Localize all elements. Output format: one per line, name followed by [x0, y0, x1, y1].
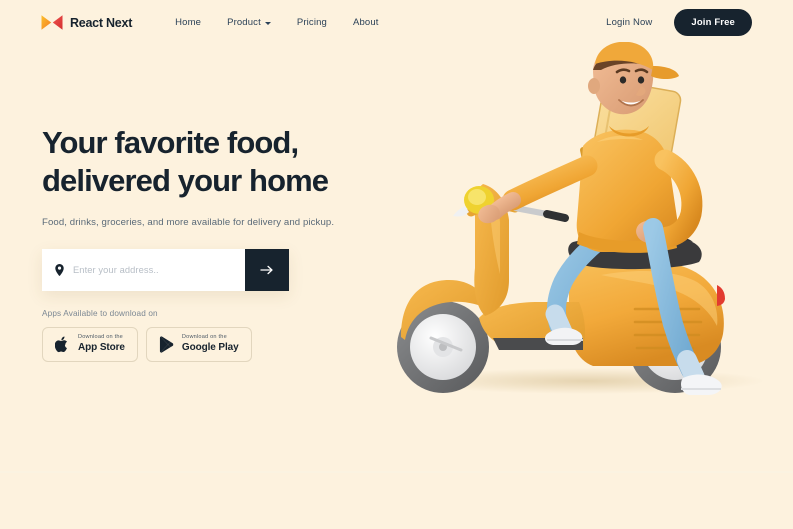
login-link[interactable]: Login Now [606, 17, 652, 28]
join-free-button[interactable]: Join Free [674, 9, 752, 36]
bowtie-logo-icon [41, 15, 63, 30]
brand-name: React Next [70, 15, 133, 30]
nav-link-home-label: Home [175, 17, 202, 28]
nav-link-pricing-label: Pricing [296, 17, 327, 28]
app-store-badge-text: Download on the App Store [78, 334, 125, 354]
headline-line-1: Your favorite food, [42, 125, 299, 160]
app-store-badges: Download on the App Store Download on th… [42, 326, 402, 362]
headline-line-2: delivered your home [42, 162, 329, 198]
nav-link-about-label: About [352, 17, 379, 28]
nav-actions: Login Now Join Free [606, 9, 752, 36]
search-submit-button[interactable] [245, 248, 289, 291]
landing-page: React Next Home Product Pricing About Lo… [0, 0, 793, 529]
hero-illustration [387, 42, 787, 432]
nav-link-home[interactable]: Home [175, 17, 201, 28]
hero-subhead: Food, drinks, groceries, and more availa… [42, 216, 335, 228]
google-play-badge[interactable]: Download on the Google Play [145, 326, 252, 362]
brand-logo[interactable]: React Next [41, 14, 132, 31]
google-play-badge-text: Download on the Google Play [181, 334, 239, 354]
nav-link-about[interactable]: About [353, 17, 379, 28]
top-navigation-bar: React Next Home Product Pricing About Lo… [0, 0, 793, 45]
apps-available-label: Apps Available to download on [42, 308, 158, 318]
hero-copy: Your favorite food, delivered your home … [42, 124, 402, 362]
nav-link-pricing[interactable]: Pricing [297, 17, 327, 28]
address-search-bar [42, 248, 289, 291]
address-search-field[interactable] [42, 248, 245, 291]
nav-links: Home Product Pricing About [175, 17, 378, 28]
apple-logo-icon [55, 336, 67, 352]
lower-section-band [0, 473, 793, 529]
arrow-right-icon [260, 265, 273, 274]
page-title: Your favorite food, delivered your home [42, 124, 402, 200]
nav-link-product-label: Product [227, 17, 261, 28]
app-store-badge-big: App Store [78, 342, 125, 354]
delivery-courier-scooter-illustration [397, 42, 765, 395]
chevron-down-icon [264, 21, 271, 25]
nav-link-product[interactable]: Product [227, 17, 271, 28]
search-input[interactable] [73, 264, 232, 275]
google-play-badge-big: Google Play [181, 342, 239, 354]
hero-section: Your favorite food, delivered your home … [0, 0, 793, 473]
google-play-badge-small: Download on the [181, 334, 227, 341]
app-store-badge[interactable]: Download on the App Store [42, 326, 138, 362]
app-store-badge-small: Download on the [78, 334, 123, 341]
location-pin-icon [55, 263, 64, 276]
google-play-icon [159, 335, 174, 353]
